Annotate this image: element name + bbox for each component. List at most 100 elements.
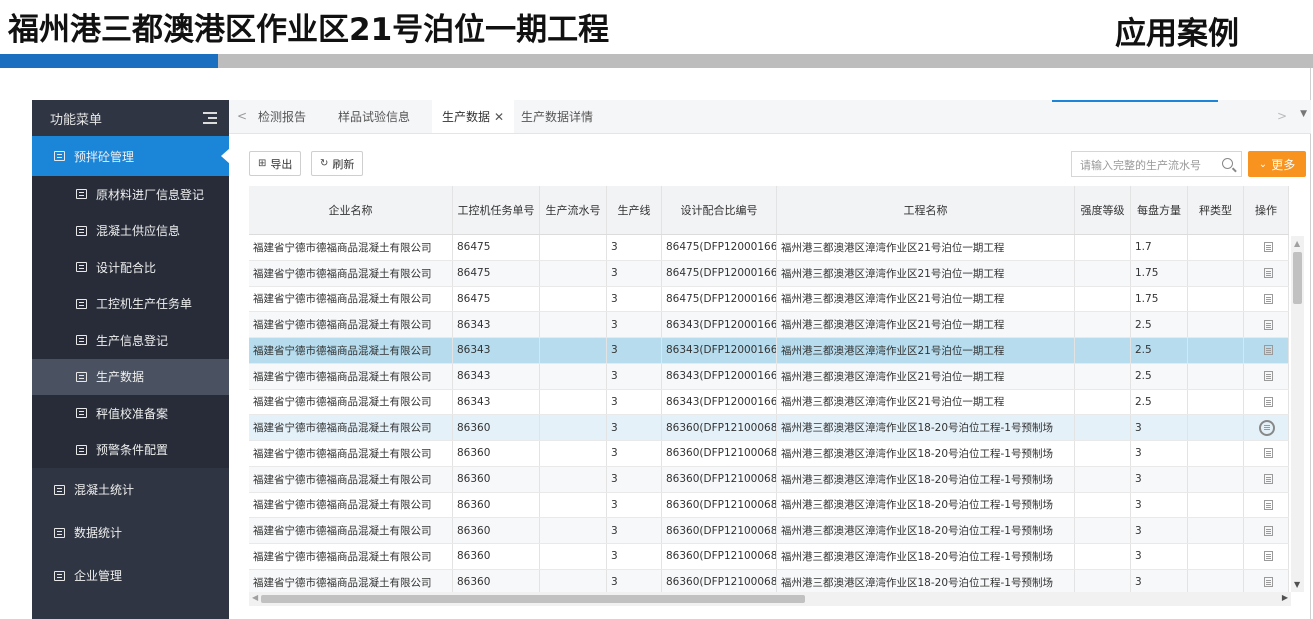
sidebar-item-company-mgmt[interactable]: 企业管理 bbox=[32, 554, 229, 597]
detail-icon[interactable] bbox=[1263, 293, 1273, 304]
detail-icon[interactable] bbox=[1263, 268, 1273, 279]
horizontal-scroll-thumb[interactable] bbox=[261, 595, 805, 603]
refresh-button[interactable]: ↻ 刷新 bbox=[311, 151, 364, 176]
export-button[interactable]: ⊞ 导出 bbox=[249, 151, 302, 176]
column-header-project[interactable]: 工程名称 bbox=[777, 186, 1075, 234]
cell-line: 3 bbox=[607, 312, 662, 337]
tab-scroll-left-icon[interactable]: < bbox=[237, 109, 247, 123]
cell-grade bbox=[1075, 260, 1131, 286]
cell-company: 福建省宁德市德福商品混凝土有限公司 bbox=[249, 260, 453, 286]
detail-icon[interactable] bbox=[1263, 577, 1273, 588]
cell-company: 福建省宁德市德福商品混凝土有限公司 bbox=[249, 415, 453, 440]
cell-volume: 2.5 bbox=[1131, 312, 1188, 337]
cell-action bbox=[1244, 441, 1289, 466]
table-row[interactable]: 福建省宁德市德福商品混凝土有限公司 86343 3 86343(DFP12000166… bbox=[249, 312, 1289, 338]
sidebar-item-raw-material[interactable]: 原材料进厂信息登记 bbox=[32, 176, 229, 213]
tab-label: 样品试验信息 bbox=[338, 110, 411, 124]
menu-toggle-icon[interactable] bbox=[203, 112, 217, 124]
sidebar-item-concrete-supply[interactable]: 混凝土供应信息 bbox=[32, 212, 229, 249]
table-row[interactable]: 福建省宁德市德福商品混凝土有限公司 86475 3 86475(DFP12000166… bbox=[249, 260, 1289, 287]
table-row[interactable]: 福建省宁德市德福商品混凝土有限公司 86360 3 86360(DFP12100068… bbox=[249, 569, 1289, 592]
column-header-serial-no[interactable]: 生产流水号 bbox=[540, 186, 607, 234]
tab-inspection-report[interactable]: 检测报告 bbox=[258, 100, 306, 133]
detail-icon[interactable] bbox=[1263, 499, 1273, 510]
vertical-scroll-thumb[interactable] bbox=[1293, 252, 1302, 304]
sidebar-item-alert-config[interactable]: 预警条件配置 bbox=[32, 431, 229, 468]
cell-line: 3 bbox=[607, 518, 662, 543]
scroll-up-icon[interactable]: ▲ bbox=[1294, 239, 1300, 248]
cell-company: 福建省宁德市德福商品混凝土有限公司 bbox=[249, 235, 453, 260]
sidebar-item-production-data[interactable]: 生产数据 bbox=[32, 358, 229, 395]
scroll-down-icon[interactable]: ▼ bbox=[1294, 580, 1300, 589]
sidebar-item-production-info[interactable]: 生产信息登记 bbox=[32, 322, 229, 359]
tab-sample-test[interactable]: 样品试验信息 bbox=[338, 100, 410, 133]
serial-search-input[interactable] bbox=[1078, 153, 1222, 177]
cell-task-no: 86343 bbox=[453, 338, 540, 363]
tab-dropdown-icon[interactable]: ▼ bbox=[1300, 109, 1307, 119]
sidebar-item-data-stats[interactable]: 数据统计 bbox=[32, 511, 229, 554]
cell-serial-no bbox=[540, 466, 607, 492]
detail-icon[interactable] bbox=[1258, 419, 1275, 436]
sidebar-item-mix-design[interactable]: 设计配合比 bbox=[32, 249, 229, 286]
tab-production-detail[interactable]: 生产数据详情 bbox=[521, 100, 593, 133]
column-header-task-no[interactable]: 工控机任务单号 bbox=[453, 186, 540, 234]
column-header-scale-type[interactable]: 秤类型 bbox=[1188, 186, 1244, 234]
column-header-company[interactable]: 企业名称 bbox=[249, 186, 453, 234]
table-row[interactable]: 福建省宁德市德福商品混凝土有限公司 86360 3 86360(DFP12100068… bbox=[249, 544, 1289, 570]
table-row[interactable]: 福建省宁德市德福商品混凝土有限公司 86360 3 86360(DFP12100068… bbox=[249, 466, 1289, 493]
close-icon[interactable]: ✕ bbox=[494, 110, 504, 124]
production-data-table: 企业名称 工控机任务单号 生产流水号 生产线 设计配合比编号 工程名称 强度等级 每盘方量 秤类… bbox=[249, 186, 1289, 592]
more-button[interactable]: ⌄ 更多 bbox=[1248, 151, 1306, 177]
sidebar-item-scale-calibration[interactable]: 秤值校准备案 bbox=[32, 395, 229, 432]
cell-serial-no bbox=[540, 286, 607, 312]
detail-icon[interactable] bbox=[1263, 474, 1273, 485]
cell-grade bbox=[1075, 415, 1131, 440]
table-row[interactable]: 福建省宁德市德福商品混凝土有限公司 86360 3 86360(DFP12100068… bbox=[249, 492, 1289, 519]
column-header-grade[interactable]: 强度等级 bbox=[1075, 186, 1131, 234]
cell-volume: 3 bbox=[1131, 466, 1188, 492]
column-header-action[interactable]: 操作 bbox=[1244, 186, 1289, 234]
detail-icon[interactable] bbox=[1263, 525, 1273, 536]
cell-mix-no: 86360(DFP12100068) bbox=[662, 441, 777, 466]
detail-icon[interactable] bbox=[1263, 396, 1273, 407]
table-row[interactable]: 福建省宁德市德福商品混凝土有限公司 86360 3 86360(DFP12100068… bbox=[249, 415, 1289, 441]
cell-serial-no bbox=[540, 235, 607, 260]
sidebar-item-label: 生产数据 bbox=[96, 370, 145, 385]
tab-production-data[interactable]: 生产数据 ✕ bbox=[432, 100, 515, 133]
detail-icon[interactable] bbox=[1263, 371, 1273, 382]
sidebar-item-premix[interactable]: 预拌砼管理 bbox=[32, 136, 230, 176]
search-icon[interactable] bbox=[1222, 158, 1233, 169]
detail-icon[interactable] bbox=[1263, 448, 1273, 459]
column-header-line[interactable]: 生产线 bbox=[607, 186, 662, 234]
detail-icon[interactable] bbox=[1263, 319, 1273, 330]
sidebar-item-ipc-task[interactable]: 工控机生产任务单 bbox=[32, 285, 229, 322]
table-row[interactable]: 福建省宁德市德福商品混凝土有限公司 86343 3 86343(DFP12000166… bbox=[249, 338, 1289, 364]
cell-mix-no: 86360(DFP12100068) bbox=[662, 544, 777, 569]
table-row[interactable]: 福建省宁德市德福商品混凝土有限公司 86360 3 86360(DFP12100068… bbox=[249, 518, 1289, 544]
horizontal-scrollbar[interactable]: ◀ ▶ bbox=[249, 592, 1291, 606]
frame-line bbox=[1310, 68, 1311, 619]
table-row[interactable]: 福建省宁德市德福商品混凝土有限公司 86360 3 86360(DFP12100068… bbox=[249, 441, 1289, 467]
table-row[interactable]: 福建省宁德市德福商品混凝土有限公司 86475 3 86475(DFP12000166… bbox=[249, 286, 1289, 313]
scroll-right-icon[interactable]: ▶ bbox=[1282, 593, 1288, 602]
list-icon bbox=[76, 371, 87, 382]
vertical-scrollbar[interactable]: ▲ ▼ bbox=[1291, 236, 1304, 592]
cell-company: 福建省宁德市德福商品混凝土有限公司 bbox=[249, 569, 453, 592]
scroll-left-icon[interactable]: ◀ bbox=[252, 593, 258, 602]
column-header-mix-no[interactable]: 设计配合比编号 bbox=[662, 186, 777, 234]
table-row[interactable]: 福建省宁德市德福商品混凝土有限公司 86343 3 86343(DFP12000166… bbox=[249, 363, 1289, 390]
cell-company: 福建省宁德市德福商品混凝土有限公司 bbox=[249, 492, 453, 518]
table-row[interactable]: 福建省宁德市德福商品混凝土有限公司 86475 3 86475(DFP12000166… bbox=[249, 235, 1289, 261]
sidebar-item-concrete-stats[interactable]: 混凝土统计 bbox=[32, 468, 229, 511]
column-header-volume[interactable]: 每盘方量 bbox=[1131, 186, 1188, 234]
search-box bbox=[1071, 151, 1242, 177]
detail-icon[interactable] bbox=[1263, 242, 1273, 253]
detail-icon[interactable] bbox=[1263, 551, 1273, 562]
tab-scroll-right-icon[interactable]: > bbox=[1277, 109, 1287, 123]
cell-volume: 3 bbox=[1131, 492, 1188, 518]
cell-line: 3 bbox=[607, 389, 662, 415]
detail-icon[interactable] bbox=[1263, 345, 1273, 356]
list-icon bbox=[76, 225, 87, 236]
cell-project: 福州港三都澳港区漳湾作业区21号泊位一期工程 bbox=[777, 235, 1075, 260]
table-row[interactable]: 福建省宁德市德福商品混凝土有限公司 86343 3 86343(DFP12000166… bbox=[249, 389, 1289, 416]
